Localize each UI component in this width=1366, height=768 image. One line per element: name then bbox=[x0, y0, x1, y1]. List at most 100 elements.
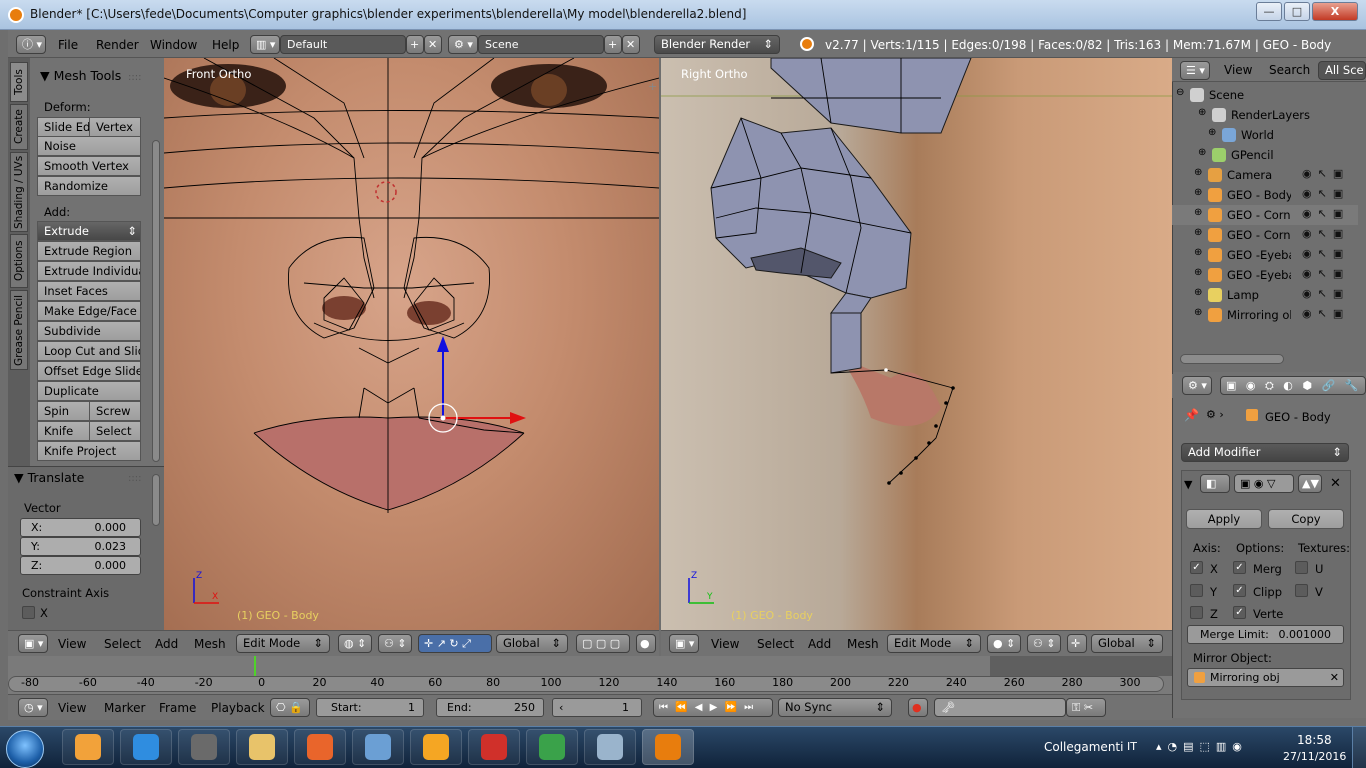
pivot-point-button[interactable]: ⚇ ⇕ bbox=[1027, 634, 1061, 653]
gimp-taskbar-button[interactable] bbox=[178, 729, 230, 765]
sync-mode-select[interactable]: No Sync ⇕ bbox=[778, 698, 892, 717]
outliner-item[interactable]: ⊕ Camera ◉↖▣ bbox=[1172, 165, 1358, 185]
editor-type-button[interactable]: ☰ ▾ bbox=[1180, 61, 1210, 80]
add-tool-button[interactable]: Make Edge/Face bbox=[37, 301, 141, 321]
texture-u-checkbox[interactable] bbox=[1295, 561, 1308, 574]
tab-create[interactable]: Create bbox=[10, 104, 28, 150]
tab-shading-uvs[interactable]: Shading / UVs bbox=[10, 152, 28, 232]
playback-controls[interactable]: ⏮ ⏪ ◀ ▶ ⏩ ⏭ bbox=[653, 698, 773, 717]
current-frame-indicator[interactable] bbox=[254, 656, 257, 676]
copy-button[interactable]: Copy bbox=[1268, 509, 1344, 529]
clear-mirror-object-icon[interactable]: ✕ bbox=[1330, 669, 1339, 686]
x-arrow-head-icon[interactable] bbox=[510, 412, 526, 424]
noise-button[interactable]: Noise bbox=[37, 136, 141, 156]
add-modifier-menu[interactable]: Add Modifier ⇕ bbox=[1181, 443, 1349, 462]
outliner-scrollbar[interactable] bbox=[1180, 354, 1284, 364]
firefox-taskbar-button[interactable] bbox=[294, 729, 346, 765]
translate-z-field[interactable]: Z: 0.000 bbox=[20, 556, 141, 575]
add-tool-button[interactable]: Offset Edge Slide bbox=[37, 361, 141, 381]
editor-type-button[interactable]: ⚙ ▾ bbox=[1182, 376, 1212, 395]
modifier-visibility-toggles[interactable]: ▣ ◉ ▽ bbox=[1234, 474, 1294, 493]
mode-select[interactable]: Edit Mode ⇕ bbox=[887, 634, 981, 653]
menu-window[interactable]: Window bbox=[150, 38, 197, 52]
screen-layout-icon[interactable]: ▥ ▾ bbox=[250, 35, 280, 54]
clipping-checkbox[interactable]: ✓ bbox=[1233, 584, 1246, 597]
knife-project-button[interactable]: Knife Project bbox=[37, 441, 141, 461]
slide-edge-button[interactable]: Slide Ed bbox=[37, 117, 90, 137]
add-tool-button[interactable]: Subdivide bbox=[37, 321, 141, 341]
marvelous-designer-taskbar-button[interactable] bbox=[468, 729, 520, 765]
remote-desktop-taskbar-button[interactable] bbox=[352, 729, 404, 765]
expand-toggle-icon[interactable]: ⊕ bbox=[1194, 247, 1202, 258]
operator-scrollbar[interactable] bbox=[152, 474, 160, 526]
calculator-taskbar-button[interactable] bbox=[584, 729, 636, 765]
properties-context-tabs[interactable]: ▣ ◉ ⛭ ◐ ⬢ 🔗 🔧 bbox=[1220, 376, 1366, 395]
menu-marker[interactable]: Marker bbox=[104, 701, 145, 715]
expand-toggle-icon[interactable]: ⊕ bbox=[1194, 207, 1202, 218]
editor-type-button[interactable]: ◷ ▾ bbox=[18, 698, 48, 717]
viewport-front-ortho[interactable]: Z X + Front Ortho (1) GEO - Body bbox=[164, 58, 659, 630]
region-split-widget-icon[interactable]: + bbox=[648, 80, 657, 93]
translate-x-field[interactable]: X: 0.000 bbox=[20, 518, 141, 537]
z-arrow-head-icon[interactable] bbox=[437, 336, 449, 352]
render-engine-select[interactable]: Blender Render ⇕ bbox=[654, 35, 780, 54]
outliner-item[interactable]: ⊕ GEO -Eyeball ◉↖▣ bbox=[1172, 265, 1358, 285]
office-app-taskbar-button[interactable] bbox=[410, 729, 462, 765]
visibility-select-render-toggles[interactable]: ◉↖▣ bbox=[1302, 287, 1349, 300]
spin-button[interactable]: Spin bbox=[37, 401, 90, 421]
start-frame-field[interactable]: Start: 1 bbox=[316, 698, 424, 717]
add-scene-button[interactable]: + bbox=[604, 35, 622, 54]
outliner-item[interactable]: ⊕ GEO - Body ◉↖▣ bbox=[1172, 185, 1358, 205]
viewport-shading-button[interactable]: ◍ ⇕ bbox=[338, 634, 372, 653]
visibility-select-render-toggles[interactable]: ◉↖▣ bbox=[1302, 167, 1349, 180]
editor-type-button[interactable]: ⓘ ▾ bbox=[16, 35, 46, 54]
add-tool-button[interactable]: Extrude Region bbox=[37, 241, 141, 261]
manipulator-toggle-group[interactable]: ✛ ↗ ↻ ⤢ bbox=[418, 634, 492, 653]
menu-playback[interactable]: Playback bbox=[211, 701, 265, 715]
outliner-item[interactable]: ⊕ World bbox=[1172, 125, 1358, 145]
scene-field[interactable]: Scene bbox=[478, 35, 604, 54]
add-screen-button[interactable]: + bbox=[406, 35, 424, 54]
menu-view[interactable]: View bbox=[711, 637, 739, 651]
expand-toggle-icon[interactable]: ⊕ bbox=[1194, 267, 1202, 278]
outliner-menu-search[interactable]: Search bbox=[1269, 63, 1310, 77]
tray-toolbar-label[interactable]: Collegamenti bbox=[1044, 740, 1123, 754]
menu-file[interactable]: File bbox=[58, 38, 78, 52]
lock-time-button[interactable]: ⎔ 🔒 bbox=[270, 698, 310, 717]
system-tray-icons[interactable]: ▴◔▤⬚▥◉ bbox=[1156, 740, 1248, 753]
axis-x-checkbox[interactable]: ✓ bbox=[1190, 561, 1203, 574]
tool-shelf-scrollbar[interactable] bbox=[152, 140, 160, 462]
outliner-item[interactable]: ⊕ GPencil bbox=[1172, 145, 1358, 165]
knife-select-button[interactable]: Select bbox=[89, 421, 141, 441]
remove-scene-button[interactable]: ✕ bbox=[622, 35, 640, 54]
menu-mesh[interactable]: Mesh bbox=[194, 637, 226, 651]
clock-date[interactable]: 27/11/2016 bbox=[1283, 750, 1346, 763]
collapse-modifier-icon[interactable]: ▼ bbox=[1184, 478, 1192, 491]
outliner-menu-view[interactable]: View bbox=[1224, 63, 1252, 77]
viewport-right-ortho[interactable]: Z Y Right Ortho (1) GEO - Body bbox=[661, 58, 1172, 630]
chrome-taskbar-button[interactable] bbox=[526, 729, 578, 765]
panel-drag-icon[interactable]: :::: bbox=[128, 72, 141, 83]
outliner-item[interactable]: ⊕ Mirroring obj ◉↖▣ bbox=[1172, 305, 1358, 325]
timeline-ruler[interactable] bbox=[8, 676, 1164, 692]
outliner-item[interactable]: ⊕ GEO -Eyeball ◉↖▣ bbox=[1172, 245, 1358, 265]
scene-icon-button[interactable]: ⚙ ▾ bbox=[448, 35, 478, 54]
select-mode-buttons[interactable]: ▢ ▢ ▢ bbox=[576, 634, 630, 653]
internet-explorer-taskbar-button[interactable] bbox=[120, 729, 172, 765]
outliner-item[interactable]: ⊕ Lamp ◉↖▣ bbox=[1172, 285, 1358, 305]
expand-toggle-icon[interactable]: ⊕ bbox=[1194, 187, 1202, 198]
transform-orientation-select[interactable]: Global ⇕ bbox=[1091, 634, 1163, 653]
visibility-select-render-toggles[interactable]: ◉↖▣ bbox=[1302, 247, 1349, 260]
visibility-select-render-toggles[interactable]: ◉↖▣ bbox=[1302, 187, 1349, 200]
visibility-select-render-toggles[interactable]: ◉↖▣ bbox=[1302, 227, 1349, 240]
menu-add[interactable]: Add bbox=[155, 637, 178, 651]
texture-v-checkbox[interactable] bbox=[1295, 584, 1308, 597]
show-desktop-button[interactable] bbox=[1352, 727, 1366, 768]
translate-panel-header[interactable]: ▼ Translate bbox=[14, 470, 84, 485]
tab-options[interactable]: Options bbox=[10, 234, 28, 288]
pivot-point-button[interactable]: ⚇ ⇕ bbox=[378, 634, 412, 653]
expand-toggle-icon[interactable]: ⊕ bbox=[1194, 167, 1202, 178]
editor-type-button[interactable]: ▣ ▾ bbox=[18, 634, 48, 653]
axis-y-checkbox[interactable] bbox=[1190, 584, 1203, 597]
outliner-item[interactable]: ⊖ Scene bbox=[1172, 85, 1358, 105]
